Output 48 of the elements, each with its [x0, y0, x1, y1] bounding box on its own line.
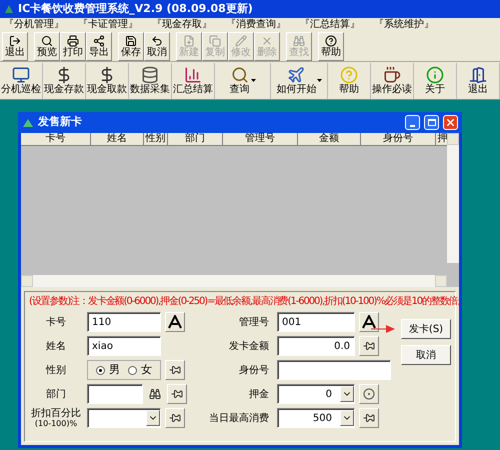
field-label: 姓名: [46, 340, 66, 352]
menu-item[interactable]: 『汇总结算』: [300, 17, 360, 32]
toolbar-button[interactable]: 现金取款: [86, 62, 129, 98]
menu-item[interactable]: 『分机管理』: [4, 17, 64, 32]
menu-item[interactable]: 『卡证管理』: [78, 17, 138, 32]
toolbar-button[interactable]: 关于: [414, 62, 458, 98]
field-label: 押金: [249, 388, 269, 400]
toolbar-button[interactable]: 预览: [34, 32, 60, 60]
toolbar-button[interactable]: 帮助: [328, 62, 372, 98]
toolbar-button[interactable]: 查询: [214, 62, 272, 98]
field-label: 部门: [46, 388, 66, 400]
parameter-note: (设置参数)注：发卡金额(0-6000),押金(0-250)=最低余额,最高消费(1-6000),折扣(10-100)%必须是10的整数倍;: [29, 295, 460, 308]
field-label: 卡号: [46, 316, 66, 328]
dialog-button[interactable]: 发卡(S): [401, 319, 451, 339]
radio-option[interactable]: 男: [96, 362, 120, 378]
menu-item[interactable]: 『现金存取』: [152, 17, 212, 32]
combo-box[interactable]: 500: [277, 408, 355, 428]
combo-box[interactable]: 0: [277, 384, 355, 404]
toolbar-button[interactable]: 分机巡检: [0, 62, 43, 98]
text-field[interactable]: 110: [87, 312, 161, 332]
text-field[interactable]: xiao: [87, 336, 161, 356]
toolbar-button[interactable]: 汇总结算: [172, 62, 215, 98]
window-title: IC卡餐饮收费管理系统_V2.9 (08.09.08更新): [18, 0, 253, 17]
amount-field[interactable]: 0.0: [277, 336, 355, 356]
toolbar-button[interactable]: 保存: [118, 32, 144, 60]
dialog-title: 发售新卡: [38, 114, 83, 130]
field-label: 当日最高消费: [209, 412, 269, 424]
menu-item[interactable]: 『系统维护』: [374, 17, 434, 32]
menu-item[interactable]: 『消费查询』: [226, 17, 286, 32]
toolbar-button[interactable]: 帮助: [318, 32, 344, 60]
field-label: 性别: [46, 364, 66, 376]
toolbar-button[interactable]: 退出: [2, 32, 28, 60]
field-label: 管理号: [239, 316, 269, 328]
dialog-button[interactable]: 取消: [401, 345, 451, 365]
field-label: 折扣百分比: [31, 408, 81, 419]
field-label: 发卡金额: [229, 340, 269, 352]
toolbar-button[interactable]: 退出: [457, 62, 500, 98]
toolbar-button[interactable]: 取消: [144, 32, 170, 60]
radio-option[interactable]: 女: [128, 362, 152, 378]
field-sublabel: (10-100)%: [34, 419, 78, 428]
toolbar-button[interactable]: 导出: [86, 32, 112, 60]
text-field[interactable]: 001: [277, 312, 355, 332]
toolbar-button[interactable]: 操作必读: [371, 62, 414, 98]
toolbar-button[interactable]: 如何开始: [271, 62, 328, 98]
toolbar-button[interactable]: 数据采集: [128, 62, 172, 98]
toolbar-button[interactable]: 打印: [60, 32, 86, 60]
toolbar-button[interactable]: 现金存款: [42, 62, 86, 98]
field-label: 身份号: [239, 364, 269, 376]
